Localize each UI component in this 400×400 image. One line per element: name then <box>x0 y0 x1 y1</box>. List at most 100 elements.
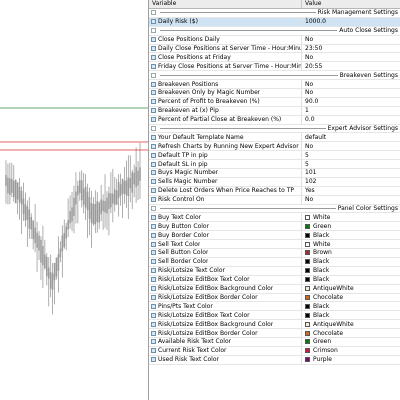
parameter-row[interactable]: Delete Lost Orders When Price Reaches to… <box>149 186 400 196</box>
parameter-row[interactable]: Sell Text Color White <box>149 240 400 250</box>
parameter-row[interactable]: Sell Border Color Black <box>149 257 400 267</box>
column-header-variable[interactable]: Variable <box>149 0 302 8</box>
parameter-name: Default SL in pip <box>158 160 208 168</box>
parameter-name: Sells Magic Number <box>158 178 218 186</box>
parameter-row[interactable]: Percent of Partial Close at Breakeven (%… <box>149 115 400 125</box>
parameter-value-cell[interactable]: No <box>302 53 400 61</box>
parameter-row[interactable]: Sell Button Color Brown <box>149 249 400 258</box>
candle-body <box>90 202 93 223</box>
parameter-value: No <box>305 36 314 44</box>
parameter-value: No <box>305 53 314 61</box>
column-header-value[interactable]: Value <box>302 0 321 8</box>
parameter-value-cell[interactable]: Purple <box>302 356 400 364</box>
parameter-value-cell[interactable]: No <box>302 80 400 88</box>
parameter-value-cell[interactable]: Green <box>302 338 400 346</box>
parameter-row[interactable]: Daily Close Positions at Server Time - H… <box>149 44 400 54</box>
parameter-value-cell[interactable]: Brown <box>302 249 400 257</box>
parameter-value-cell[interactable]: White <box>302 213 400 221</box>
parameter-value-cell[interactable]: 102 <box>302 178 400 186</box>
parameter-row[interactable]: Risk/Lotsize EditBox Border Color Chocola… <box>149 293 400 303</box>
section-title: Panel Color Settings <box>337 205 398 213</box>
parameter-value-cell[interactable]: No <box>302 36 400 44</box>
parameter-name: Close Positions at Friday <box>158 53 231 61</box>
parameter-icon <box>151 348 156 354</box>
parameter-value-cell[interactable]: Green <box>302 222 400 230</box>
candle-body <box>14 180 17 204</box>
candle-body <box>69 211 71 224</box>
parameter-row[interactable]: Buys Magic Number 101 <box>149 169 400 178</box>
parameter-row[interactable]: Default TP in pip 5 <box>149 151 400 161</box>
parameter-row[interactable]: Percent of Profit to Breakeven (%) 90.0 <box>149 97 400 107</box>
color-swatch <box>305 268 310 274</box>
parameter-row[interactable]: Risk/Lotsize EditBox Background Color Ant… <box>149 320 400 330</box>
parameter-value: No <box>305 89 314 97</box>
parameter-value-cell[interactable]: No <box>302 142 400 150</box>
candle-body <box>115 190 118 205</box>
parameter-row[interactable]: Buy Border Color Black <box>149 231 400 241</box>
parameter-value-cell[interactable]: No <box>302 89 400 97</box>
parameter-value-cell[interactable]: Black <box>302 276 400 284</box>
parameter-value-cell[interactable]: Black <box>302 267 400 275</box>
parameter-value-cell[interactable]: 90.0 <box>302 98 400 106</box>
parameter-row[interactable]: Friday Close Positions at Server Time - … <box>149 62 400 72</box>
parameter-row[interactable]: Risk/Lotsize EditBox Text Color Black <box>149 311 400 321</box>
parameter-row[interactable]: Sells Magic Number 102 <box>149 177 400 187</box>
parameter-value: Black <box>313 302 330 310</box>
parameter-value-cell[interactable]: Chocolate <box>302 294 400 302</box>
section-divider <box>160 208 336 210</box>
parameter-value-cell[interactable]: 1 <box>302 107 400 115</box>
parameter-value: 101 <box>305 169 317 177</box>
parameter-row[interactable]: Refresh Charts by Running New Expert Adv… <box>149 142 400 152</box>
parameter-row[interactable]: Risk/Lotsize EditBox Background Color Ant… <box>149 284 400 294</box>
parameter-name-cell: Risk Control On <box>149 195 302 204</box>
parameter-value: 90.0 <box>305 98 319 106</box>
parameter-value-cell[interactable]: Black <box>302 231 400 239</box>
parameter-value-cell[interactable]: 20:55 <box>302 62 400 70</box>
parameter-row[interactable]: Breakeven Positions No <box>149 80 400 90</box>
candle-body <box>94 203 97 225</box>
parameter-name-cell: Risk/Lotsize Text Color <box>149 266 302 275</box>
parameter-row[interactable]: Pins/Pts Text Color Black <box>149 302 400 312</box>
parameter-row[interactable]: Risk Control On No <box>149 195 400 205</box>
candle-body <box>22 198 25 214</box>
parameter-name: Breakeven Positions <box>158 80 219 88</box>
parameter-value-cell[interactable]: 23:50 <box>302 45 400 53</box>
parameter-row[interactable]: Close Positions Daily No <box>149 35 400 45</box>
parameter-value-cell[interactable]: Yes <box>302 187 400 195</box>
price-chart[interactable] <box>0 0 148 400</box>
parameter-value-cell[interactable]: Black <box>302 311 400 319</box>
parameter-value-cell[interactable]: default <box>302 133 400 141</box>
parameter-row[interactable]: Your Default Template Name default <box>149 133 400 143</box>
parameter-icon <box>151 117 156 123</box>
parameter-value: Purple <box>313 356 332 364</box>
parameter-value-cell[interactable]: White <box>302 240 400 248</box>
parameter-row[interactable]: Default SL in pip 5 <box>149 160 400 170</box>
parameter-row[interactable]: Used Risk Text Color Purple <box>149 355 400 365</box>
parameter-row[interactable]: Risk/Lotsize EditBox Text Color Black <box>149 275 400 285</box>
parameter-row[interactable]: Buy Text Color White <box>149 213 400 223</box>
parameter-value-cell[interactable]: Black <box>302 302 400 310</box>
parameter-value-cell[interactable]: 5 <box>302 151 400 159</box>
parameter-row[interactable]: Daily Risk ($) 1000.0 <box>149 17 400 27</box>
parameter-value-cell[interactable]: Chocolate <box>302 329 400 337</box>
parameter-row[interactable]: Breakeven at (x) Pip 1 <box>149 106 400 116</box>
parameter-value-cell[interactable]: AntiqueWhite <box>302 320 400 328</box>
parameter-value-cell[interactable]: No <box>302 196 400 204</box>
parameter-value-cell[interactable]: AntiqueWhite <box>302 285 400 293</box>
section-header: Breakeven Settings <box>149 71 400 81</box>
parameter-row[interactable]: Current Risk Text Color Crimson <box>149 346 400 356</box>
parameter-value: White <box>313 213 331 221</box>
parameter-row[interactable]: Available Risk Text Color Green <box>149 337 400 347</box>
parameter-value-cell[interactable]: 0.0 <box>302 116 400 124</box>
parameter-row[interactable]: Risk/Lotsize Text Color Black <box>149 266 400 276</box>
parameter-value-cell[interactable]: 101 <box>302 169 400 177</box>
parameter-value-cell[interactable]: 5 <box>302 160 400 168</box>
parameter-icon <box>151 268 156 274</box>
parameter-row[interactable]: Breakeven Only by Magic Number No <box>149 89 400 98</box>
parameter-row[interactable]: Close Positions at Friday No <box>149 53 400 63</box>
parameter-value-cell[interactable]: 1000.0 <box>302 18 400 26</box>
parameter-row[interactable]: Buy Button Color Green <box>149 222 400 232</box>
parameter-value-cell[interactable]: Crimson <box>302 347 400 355</box>
parameter-row[interactable]: Risk/Lotsize EditBox Border Color Chocola… <box>149 329 400 338</box>
parameter-value-cell[interactable]: Black <box>302 258 400 266</box>
